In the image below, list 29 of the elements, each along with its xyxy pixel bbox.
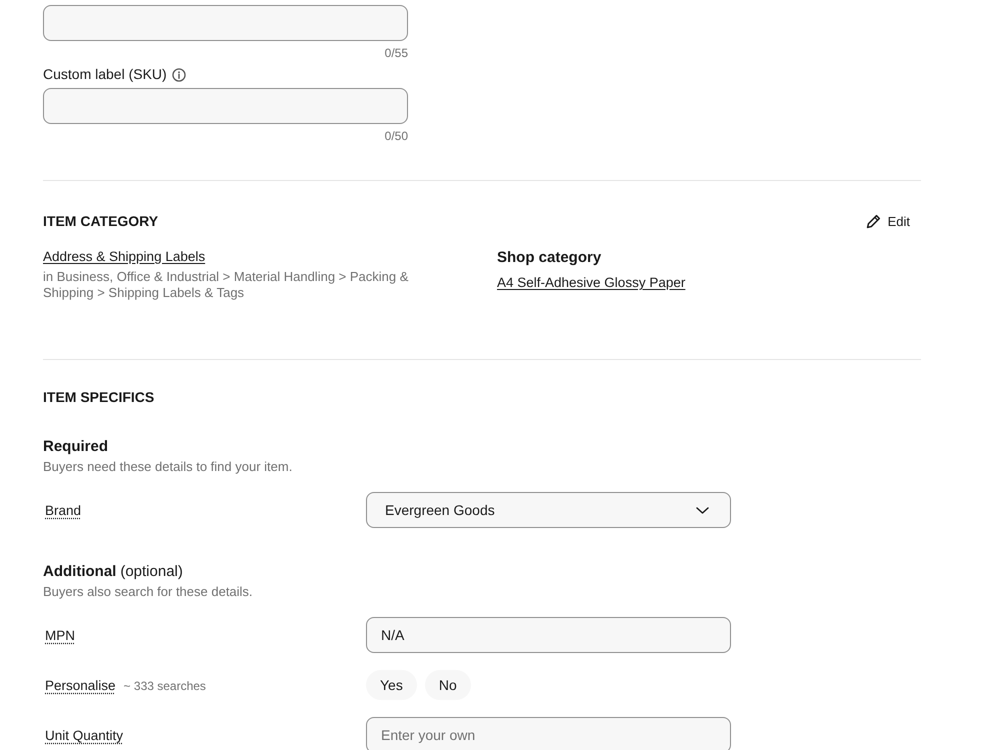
group-description: Buyers need these details to find your item. <box>43 459 292 475</box>
search-count: ~ 333 searches <box>124 678 206 692</box>
category-path: in Business, Office & Industrial > Material Handling > Packing & Shipping > Shipping Labels & Tags <box>43 269 410 301</box>
shop-category-heading: Shop category <box>497 249 602 267</box>
shop-category-link[interactable]: A4 Self-Adhesive Glossy Paper <box>497 275 686 290</box>
group-title: Additional <box>43 563 116 581</box>
text-input-field[interactable] <box>43 88 408 124</box>
chevron-down-icon <box>696 506 709 514</box>
text-input-field[interactable]: N/A <box>366 617 731 653</box>
character-counter: 0/50 <box>384 129 408 143</box>
field-label: Personalise <box>45 676 116 694</box>
group-description: Buyers also search for these details. <box>43 584 253 600</box>
option-chip[interactable]: Yes <box>366 670 417 700</box>
select-dropdown[interactable]: Evergreen Goods <box>366 492 731 528</box>
field-label: MPN <box>45 626 75 644</box>
pencil-icon <box>866 214 881 229</box>
section-heading: ITEM CATEGORY <box>43 213 158 230</box>
text-input-field[interactable] <box>43 5 408 41</box>
section-heading: ITEM SPECIFICS <box>43 389 154 406</box>
edit-button[interactable]: Edit <box>858 210 921 233</box>
option-chip[interactable]: No <box>424 670 471 700</box>
field-label: Custom label (SKU) <box>43 66 167 83</box>
character-counter: 0/55 <box>384 46 408 60</box>
field-label: Unit Quantity <box>45 726 124 744</box>
group-note: (optional) <box>120 563 183 581</box>
field-label: Brand <box>45 502 82 518</box>
category-link[interactable]: Address & Shipping Labels <box>43 249 206 264</box>
group-title: Required <box>43 438 108 456</box>
text-input-field[interactable]: Enter your own <box>366 717 731 750</box>
